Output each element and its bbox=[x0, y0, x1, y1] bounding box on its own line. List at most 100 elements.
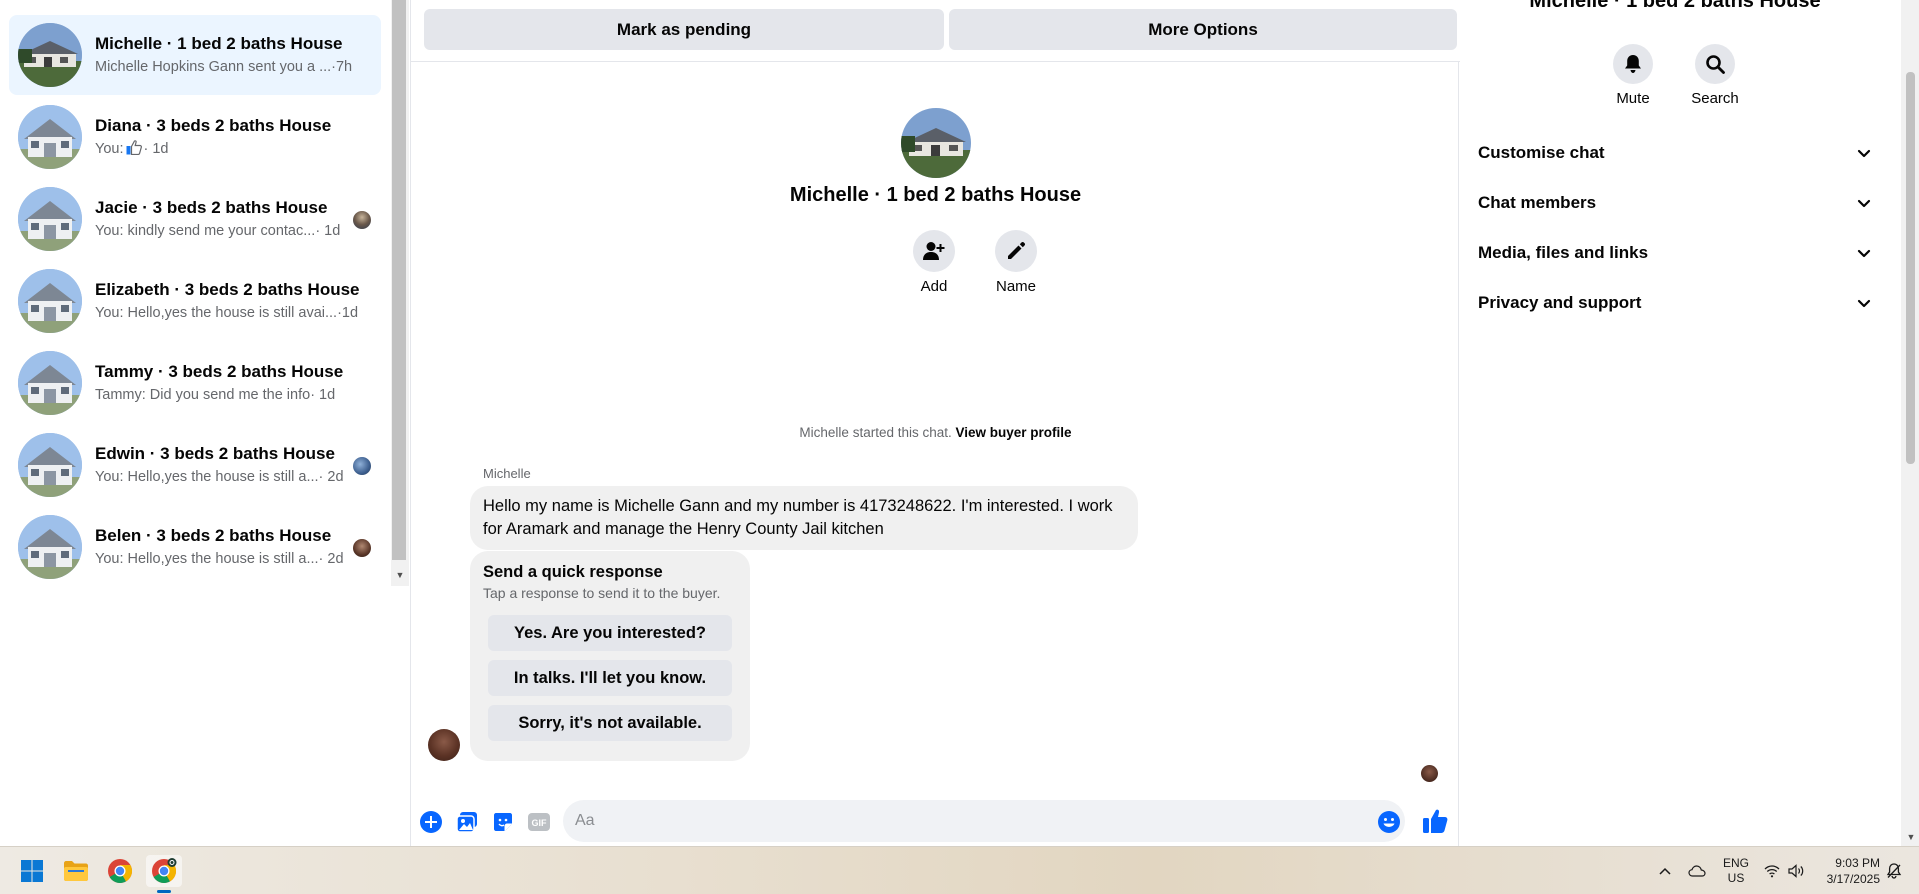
conversation-list-panel: Michelle · 1 bed 2 baths House Michelle … bbox=[0, 0, 392, 846]
customise-chat-section[interactable]: Customise chat bbox=[1470, 133, 1880, 173]
chevron-down-icon bbox=[1857, 199, 1871, 208]
quick-response-button[interactable]: In talks. I'll let you know. bbox=[488, 660, 732, 696]
conversation-item-belen[interactable]: Belen · 3 beds 2 baths House You: Hello,… bbox=[9, 507, 381, 587]
photo-icon[interactable] bbox=[455, 810, 479, 834]
system-clock[interactable]: 9:03 PM 3/17/2025 bbox=[1800, 847, 1880, 894]
conversation-preview: You: kindly send me your contac...· 1d bbox=[95, 223, 341, 239]
conversation-title: Tammy · 3 beds 2 baths House bbox=[95, 362, 344, 381]
chat-header-title: Michelle · 1 bed 2 baths House bbox=[789, 184, 1082, 206]
add-people-button[interactable]: Add bbox=[894, 230, 974, 295]
seen-avatar bbox=[353, 457, 371, 475]
listing-avatar bbox=[18, 351, 82, 415]
windows-taskbar: ENG US 9:03 PM 3/17/2025 bbox=[0, 846, 1919, 894]
onedrive-button[interactable] bbox=[1686, 847, 1708, 894]
listing-avatar bbox=[18, 23, 82, 87]
seen-avatar bbox=[353, 539, 371, 557]
thumbs-up-icon bbox=[126, 140, 142, 155]
conversation-item-tammy[interactable]: Tammy · 3 beds 2 baths House Tammy: Did … bbox=[9, 343, 381, 423]
chat-info-title: Michelle · 1 bed 2 baths House bbox=[1529, 0, 1821, 12]
conversation-time: · 1d bbox=[143, 141, 169, 157]
conversation-preview: You: · 1d bbox=[95, 140, 169, 157]
message-composer: GIF bbox=[411, 800, 1460, 844]
mark-as-pending-button[interactable]: Mark as pending bbox=[424, 9, 944, 50]
listing-avatar bbox=[18, 269, 82, 333]
chat-members-section[interactable]: Chat members bbox=[1470, 183, 1880, 223]
conversation-title: Edwin · 3 beds 2 baths House bbox=[95, 444, 335, 463]
thumbs-up-icon[interactable] bbox=[1421, 807, 1449, 835]
chrome-icon bbox=[108, 859, 133, 884]
cloud-icon bbox=[1688, 865, 1706, 877]
conversation-time: · 2d bbox=[318, 551, 344, 567]
listing-avatar bbox=[18, 433, 82, 497]
clock-date: 3/17/2025 bbox=[1826, 872, 1880, 886]
privacy-support-section[interactable]: Privacy and support bbox=[1470, 283, 1880, 323]
listing-avatar bbox=[18, 515, 82, 579]
listing-avatar bbox=[18, 105, 82, 169]
conversation-title: Belen · 3 beds 2 baths House bbox=[95, 526, 332, 545]
search-icon bbox=[1706, 55, 1725, 74]
conversation-item-michelle[interactable]: Michelle · 1 bed 2 baths House Michelle … bbox=[9, 15, 381, 95]
conversation-item-jacie[interactable]: Jacie · 3 beds 2 baths House You: kindly… bbox=[9, 179, 381, 259]
active-app-indicator bbox=[157, 890, 171, 893]
folder-icon bbox=[64, 861, 88, 881]
name-label: Name bbox=[995, 278, 1036, 295]
incoming-message-bubble: Hello my name is Michelle Gann and my nu… bbox=[470, 486, 1138, 550]
notification-bell-icon[interactable] bbox=[1884, 847, 1904, 894]
message-sender-name: Michelle bbox=[483, 466, 531, 481]
windows-logo-icon bbox=[21, 860, 43, 882]
file-explorer-button[interactable] bbox=[60, 855, 92, 887]
sender-avatar bbox=[428, 729, 460, 761]
conversation-title: Jacie · 3 beds 2 baths House bbox=[95, 198, 328, 217]
emoji-icon[interactable] bbox=[1377, 810, 1401, 834]
add-label: Add bbox=[920, 278, 948, 295]
chrome-profile-button[interactable] bbox=[146, 855, 182, 887]
gif-icon[interactable]: GIF bbox=[527, 810, 551, 834]
chevron-down-icon bbox=[1857, 149, 1871, 158]
mute-button[interactable]: Mute bbox=[1593, 44, 1673, 107]
conversation-item-edwin[interactable]: Edwin · 3 beds 2 baths House You: Hello,… bbox=[9, 425, 381, 505]
quick-response-card: Send a quick response Tap a response to … bbox=[470, 551, 750, 761]
conversation-preview: You: Hello,yes the house is still a...· … bbox=[95, 551, 344, 567]
plus-circle-icon[interactable] bbox=[419, 810, 443, 834]
conversation-preview: You: Hello,yes the house is still a...· … bbox=[95, 469, 344, 485]
quick-response-button[interactable]: Sorry, it's not available. bbox=[488, 705, 732, 741]
mute-label: Mute bbox=[1616, 90, 1650, 107]
conversation-time: ·1d bbox=[337, 305, 359, 321]
conversation-preview: You: Hello,yes the house is still avai..… bbox=[95, 305, 359, 321]
scroll-down-arrow-icon[interactable]: ▼ bbox=[1905, 832, 1917, 844]
conversation-title: Elizabeth · 3 beds 2 baths House bbox=[95, 280, 360, 299]
search-label: Search bbox=[1691, 90, 1739, 107]
more-options-button[interactable]: More Options bbox=[949, 9, 1457, 50]
show-hidden-icons-button[interactable] bbox=[1655, 847, 1675, 894]
conversation-item-diana[interactable]: Diana · 3 beds 2 baths House You: · 1d bbox=[9, 97, 381, 177]
start-button[interactable] bbox=[16, 855, 48, 887]
view-buyer-profile-link[interactable]: View buyer profile bbox=[956, 425, 1072, 440]
scroll-down-arrow-icon[interactable]: ▼ bbox=[394, 568, 406, 582]
chrome-button[interactable] bbox=[104, 855, 136, 887]
bell-icon bbox=[1625, 55, 1641, 73]
wifi-icon[interactable] bbox=[1762, 847, 1782, 894]
input-language-indicator[interactable]: ENG US bbox=[1718, 847, 1754, 894]
conversation-preview: Tammy: Did you send me the info· 1d bbox=[95, 387, 336, 403]
conversation-time: ·7h bbox=[331, 59, 353, 75]
conversation-item-elizabeth[interactable]: Elizabeth · 3 beds 2 baths House You: He… bbox=[9, 261, 381, 341]
message-input[interactable] bbox=[563, 800, 1405, 842]
quick-response-subtitle: Tap a response to send it to the buyer. bbox=[483, 585, 721, 601]
media-files-links-section[interactable]: Media, files and links bbox=[1470, 233, 1880, 273]
page-scroll-thumb[interactable] bbox=[1906, 72, 1915, 464]
sticker-icon[interactable] bbox=[491, 810, 515, 834]
add-person-icon bbox=[923, 242, 945, 260]
conversation-list-scroll-thumb[interactable] bbox=[392, 0, 406, 560]
listing-avatar bbox=[18, 187, 82, 251]
svg-text:GIF: GIF bbox=[532, 818, 548, 828]
conversation-time: · 1d bbox=[310, 387, 336, 403]
pencil-icon bbox=[1008, 241, 1026, 259]
quick-response-button[interactable]: Yes. Are you interested? bbox=[488, 615, 732, 651]
conversation-title: Diana · 3 beds 2 baths House bbox=[95, 116, 332, 135]
chevron-up-icon bbox=[1659, 867, 1671, 875]
chat-panel: Mark as pending More Options Michelle · … bbox=[410, 0, 1460, 846]
conversation-preview: Michelle Hopkins Gann sent you a ...·7h bbox=[95, 59, 353, 75]
read-receipt-avatar bbox=[1421, 765, 1438, 782]
search-in-conversation-button[interactable]: Search bbox=[1675, 44, 1755, 107]
edit-name-button[interactable]: Name bbox=[976, 230, 1056, 295]
